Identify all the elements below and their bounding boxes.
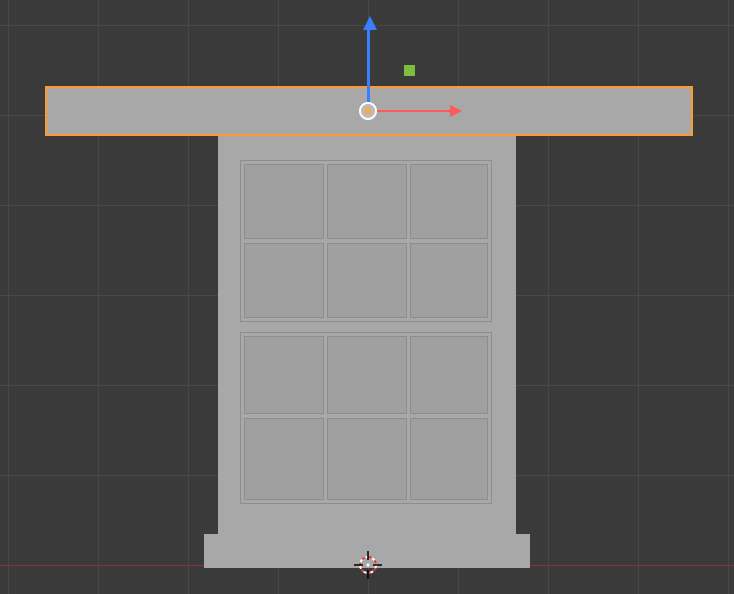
gizmo-z-axis-handle[interactable]	[367, 21, 370, 106]
gizmo-center-dot-icon	[365, 108, 371, 114]
gizmo-z-arrow-icon	[363, 16, 377, 30]
window-pane	[244, 418, 324, 500]
gizmo-center-handle[interactable]	[359, 102, 377, 120]
window-pane	[327, 164, 407, 239]
gizmo-y-axis-handle[interactable]	[404, 65, 415, 76]
window-pane	[244, 336, 324, 414]
window-pane	[244, 164, 324, 239]
window-pane	[244, 243, 324, 318]
window-pane	[410, 336, 488, 414]
window-pane	[327, 418, 407, 500]
mesh-building[interactable]	[218, 136, 516, 534]
window-pane	[410, 243, 488, 318]
viewport-3d[interactable]	[0, 0, 734, 594]
window-pane	[410, 164, 488, 239]
window-pane	[327, 243, 407, 318]
window-pane	[410, 418, 488, 500]
window-pane	[327, 336, 407, 414]
grid-line	[8, 0, 9, 594]
grid-line	[728, 0, 729, 594]
cursor-3d-icon	[354, 551, 382, 579]
gizmo-x-axis-handle[interactable]	[373, 110, 453, 112]
